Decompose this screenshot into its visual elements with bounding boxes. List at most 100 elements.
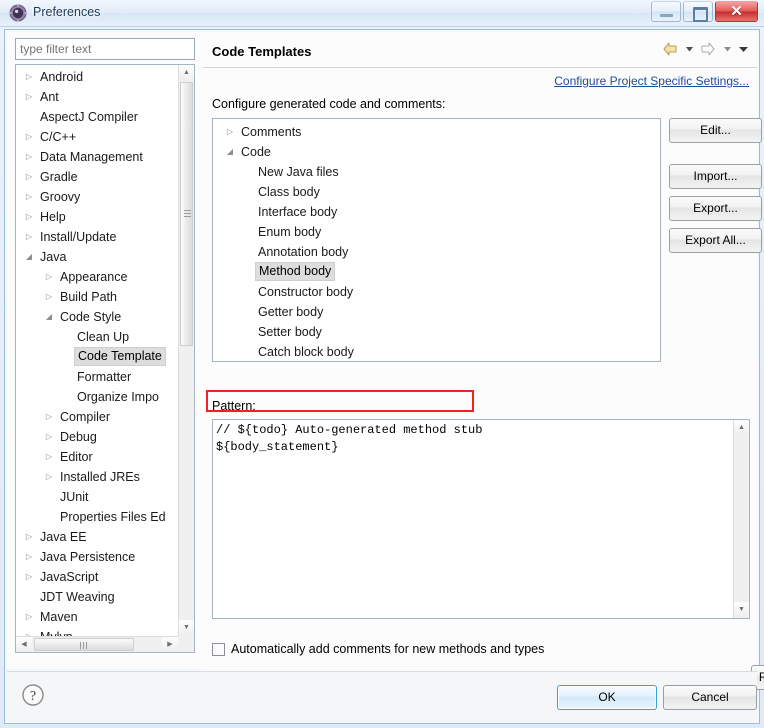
template-item-comments[interactable]: ▷ Comments <box>213 122 660 142</box>
template-item-class-body[interactable]: Class body <box>213 182 660 202</box>
pattern-vertical-scrollbar[interactable]: ▲ ▼ <box>733 420 749 618</box>
template-item-catch-block-body[interactable]: Catch block body <box>213 342 660 361</box>
expand-arrow-closed-icon[interactable]: ▷ <box>22 527 36 547</box>
sidebar-item-compiler[interactable]: ▷ Compiler <box>16 407 178 427</box>
configure-project-specific-settings-link[interactable]: Configure Project Specific Settings... <box>554 74 749 88</box>
forward-dropdown-chevron-down-icon[interactable] <box>723 42 732 61</box>
scroll-down-icon[interactable]: ▼ <box>179 620 194 636</box>
sidebar-item-java[interactable]: ◢ Java <box>16 247 178 267</box>
scroll-down-icon[interactable]: ▼ <box>734 602 749 618</box>
export-button[interactable]: Export... <box>669 196 762 221</box>
expand-arrow-closed-icon[interactable]: ▷ <box>42 287 56 307</box>
sidebar-item-groovy[interactable]: ▷ Groovy <box>16 187 178 207</box>
sidebar-item-c-c[interactable]: ▷ C/C++ <box>16 127 178 147</box>
sidebar-item-mylyn[interactable]: ▷ Mylyn <box>16 627 178 636</box>
ok-button[interactable]: OK <box>557 685 657 710</box>
forward-arrow-icon[interactable] <box>700 42 716 61</box>
expand-arrow-closed-icon[interactable]: ▷ <box>42 407 56 427</box>
expand-arrow-closed-icon[interactable]: ▷ <box>42 427 56 447</box>
expand-arrow-closed-icon[interactable]: ▷ <box>22 147 36 167</box>
expand-arrow-open-icon[interactable]: ◢ <box>223 142 237 162</box>
expand-arrow-closed-icon[interactable]: ▷ <box>42 267 56 287</box>
edit-button[interactable]: Edit... <box>669 118 762 143</box>
sidebar-item-gradle[interactable]: ▷ Gradle <box>16 167 178 187</box>
pattern-line-selected[interactable]: // ${todo} Auto-generated method stub <box>213 422 733 439</box>
close-button[interactable]: ✕ <box>715 1 758 22</box>
template-item-interface-body[interactable]: Interface body <box>213 202 660 222</box>
sidebar-item-editor[interactable]: ▷ Editor <box>16 447 178 467</box>
expand-arrow-closed-icon[interactable]: ▷ <box>22 167 36 187</box>
pattern-line[interactable]: ${body_statement} <box>213 439 733 456</box>
sidebar-item-javascript[interactable]: ▷ JavaScript <box>16 567 178 587</box>
scrollbar-grip <box>184 210 191 218</box>
sidebar-item-organize-impo[interactable]: Organize Impo <box>16 387 178 407</box>
sidebar-item-code-template[interactable]: Code Template <box>16 347 178 367</box>
preferences-tree[interactable]: ▷ Android ▷ Ant AspectJ Compiler ▷ C/C++ ▷ Data … <box>15 64 195 653</box>
template-item-new-java-files[interactable]: New Java files <box>213 162 660 182</box>
expand-arrow-closed-icon[interactable]: ▷ <box>22 547 36 567</box>
sidebar-item-build-path[interactable]: ▷ Build Path <box>16 287 178 307</box>
sidebar-item-android[interactable]: ▷ Android <box>16 67 178 87</box>
expand-arrow-closed-icon[interactable]: ▷ <box>22 67 36 87</box>
scroll-right-icon[interactable]: ▶ <box>162 637 178 652</box>
help-icon[interactable]: ? <box>21 683 45 707</box>
hscrollbar-thumb[interactable] <box>34 638 134 651</box>
templates-tree[interactable]: ▷ Comments ◢ Code New Java files Class body In… <box>212 118 661 362</box>
expand-arrow-closed-icon[interactable]: ▷ <box>22 227 36 247</box>
sidebar-item-help[interactable]: ▷ Help <box>16 207 178 227</box>
sidebar-item-code-style[interactable]: ◢ Code Style <box>16 307 178 327</box>
export-all-button[interactable]: Export All... <box>669 228 762 253</box>
filter-input[interactable] <box>15 38 195 60</box>
template-item-annotation-body[interactable]: Annotation body <box>213 242 660 262</box>
sidebar-item-properties-files-ed[interactable]: Properties Files Ed <box>16 507 178 527</box>
sidebar-item-installed-jres[interactable]: ▷ Installed JREs <box>16 467 178 487</box>
expand-arrow-closed-icon[interactable]: ▷ <box>22 187 36 207</box>
scroll-left-icon[interactable]: ◀ <box>16 637 32 652</box>
expand-arrow-open-icon[interactable]: ◢ <box>42 307 56 327</box>
minimize-button[interactable] <box>651 1 681 22</box>
sidebar-item-java-ee[interactable]: ▷ Java EE <box>16 527 178 547</box>
expand-arrow-closed-icon[interactable]: ▷ <box>42 447 56 467</box>
sidebar-item-install-update[interactable]: ▷ Install/Update <box>16 227 178 247</box>
pattern-content[interactable]: // ${todo} Auto-generated method stub ${b… <box>213 422 733 456</box>
scroll-up-icon[interactable]: ▲ <box>734 420 749 436</box>
expand-arrow-closed-icon[interactable]: ▷ <box>22 127 36 147</box>
sidebar-item-clean-up[interactable]: Clean Up <box>16 327 178 347</box>
sidebar-item-jdt-weaving[interactable]: JDT Weaving <box>16 587 178 607</box>
tree-horizontal-scrollbar[interactable]: ◀ ▶ <box>16 636 178 652</box>
template-item-getter-body[interactable]: Getter body <box>213 302 660 322</box>
sidebar-item-junit[interactable]: JUnit <box>16 487 178 507</box>
template-item-enum-body[interactable]: Enum body <box>213 222 660 242</box>
expand-arrow-closed-icon[interactable]: ▷ <box>22 607 36 627</box>
template-item-constructor-body[interactable]: Constructor body <box>213 282 660 302</box>
pattern-text-area[interactable]: // ${todo} Auto-generated method stub ${b… <box>212 419 750 619</box>
maximize-button[interactable] <box>683 1 713 22</box>
expand-arrow-closed-icon[interactable]: ▷ <box>22 627 36 636</box>
sidebar-item-debug[interactable]: ▷ Debug <box>16 427 178 447</box>
view-menu-chevron-down-icon[interactable] <box>738 42 749 61</box>
expand-arrow-open-icon[interactable]: ◢ <box>22 247 36 267</box>
sidebar-item-java-persistence[interactable]: ▷ Java Persistence <box>16 547 178 567</box>
expand-arrow-closed-icon[interactable]: ▷ <box>223 122 237 142</box>
auto-comments-checkbox[interactable] <box>212 643 225 656</box>
sidebar-item-formatter[interactable]: Formatter <box>16 367 178 387</box>
import-button[interactable]: Import... <box>669 164 762 189</box>
cancel-button[interactable]: Cancel <box>663 685 757 710</box>
template-item-method-body[interactable]: Method body <box>213 262 660 282</box>
template-item-setter-body[interactable]: Setter body <box>213 322 660 342</box>
expand-arrow-closed-icon[interactable]: ▷ <box>22 207 36 227</box>
tree-vertical-scrollbar[interactable]: ▲ ▼ <box>178 65 194 636</box>
sidebar-item-data-management[interactable]: ▷ Data Management <box>16 147 178 167</box>
expand-arrow-closed-icon[interactable]: ▷ <box>22 567 36 587</box>
sidebar-item-ant[interactable]: ▷ Ant <box>16 87 178 107</box>
scroll-up-icon[interactable]: ▲ <box>179 65 194 81</box>
sidebar-item-aspectj-compiler[interactable]: AspectJ Compiler <box>16 107 178 127</box>
sidebar-item-maven[interactable]: ▷ Maven <box>16 607 178 627</box>
back-arrow-icon[interactable] <box>662 42 678 61</box>
expand-arrow-closed-icon[interactable]: ▷ <box>22 87 36 107</box>
scrollbar-thumb[interactable] <box>180 82 193 346</box>
sidebar-item-appearance[interactable]: ▷ Appearance <box>16 267 178 287</box>
template-item-code[interactable]: ◢ Code <box>213 142 660 162</box>
expand-arrow-closed-icon[interactable]: ▷ <box>42 467 56 487</box>
back-dropdown-chevron-down-icon[interactable] <box>685 42 694 61</box>
